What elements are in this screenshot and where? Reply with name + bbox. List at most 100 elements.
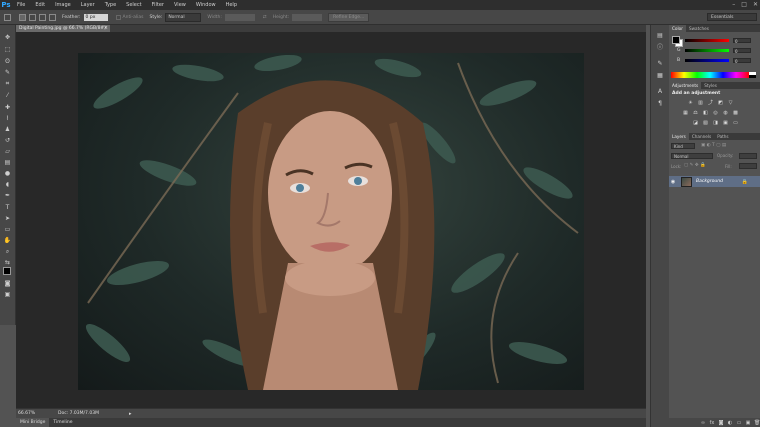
menu-help[interactable]: Help	[221, 0, 242, 10]
hue-saturation-icon[interactable]: ▦	[682, 110, 689, 117]
history-brush-tool-icon[interactable]: ↺	[2, 136, 13, 145]
healing-brush-tool-icon[interactable]: ✚	[2, 103, 13, 112]
black-white-icon[interactable]: ◧	[702, 110, 709, 117]
link-layers-icon[interactable]: ∞	[700, 420, 706, 426]
selective-color-icon[interactable]: ▣	[722, 120, 729, 127]
color-foreground-swatch[interactable]	[672, 36, 680, 44]
blur-tool-icon[interactable]: ●	[2, 169, 13, 178]
menu-image[interactable]: Image	[50, 0, 76, 10]
green-value[interactable]: 0	[733, 47, 751, 54]
tab-styles[interactable]: Styles	[701, 82, 720, 89]
brush-panel-icon[interactable]: ✎	[655, 59, 665, 68]
zoom-level[interactable]: 66.67%	[16, 411, 38, 416]
blue-value[interactable]: 0	[733, 57, 751, 64]
move-tool-icon[interactable]: ✥	[2, 33, 13, 42]
properties-panel-icon[interactable]: ⓘ	[655, 43, 665, 52]
visibility-eye-icon[interactable]: ◉	[669, 179, 677, 185]
tab-layers[interactable]: Layers	[669, 133, 689, 140]
path-selection-tool-icon[interactable]: ➤	[2, 214, 13, 223]
menu-type[interactable]: Type	[100, 0, 121, 10]
fill-input[interactable]	[739, 163, 757, 169]
height-input[interactable]	[292, 13, 323, 21]
brush-presets-icon[interactable]: ▦	[655, 71, 665, 80]
curves-icon[interactable]: ⤴	[707, 100, 714, 107]
width-input[interactable]	[224, 13, 255, 21]
eraser-tool-icon[interactable]: ▱	[2, 147, 13, 156]
anti-alias-checkbox[interactable]	[115, 14, 121, 20]
menu-select[interactable]: Select	[121, 0, 146, 10]
swap-icon[interactable]: ⇄	[263, 15, 267, 20]
type-tool-icon[interactable]: T	[2, 203, 13, 212]
blue-slider[interactable]	[685, 58, 729, 62]
marquee-tool-icon[interactable]: ⬚	[2, 45, 13, 54]
quick-mask-icon[interactable]: ◙	[2, 279, 13, 288]
tab-adjustments[interactable]: Adjustments	[669, 82, 702, 89]
gradient-map-icon[interactable]: ▭	[732, 120, 739, 127]
crop-tool-icon[interactable]: ⌗	[2, 79, 13, 88]
menu-layer[interactable]: Layer	[76, 0, 100, 10]
add-selection-icon[interactable]	[29, 13, 36, 21]
new-group-icon[interactable]: ▭	[736, 420, 742, 426]
hand-tool-icon[interactable]: ✋	[2, 236, 13, 245]
tab-swatches[interactable]: Swatches	[686, 25, 712, 32]
menu-filter[interactable]: Filter	[147, 0, 169, 10]
refine-edge-button[interactable]: Refine Edge...	[328, 12, 370, 22]
vibrance-icon[interactable]: ▽	[727, 100, 734, 107]
brightness-contrast-icon[interactable]: ☀	[687, 100, 694, 107]
color-balance-icon[interactable]: ⚖	[692, 110, 699, 117]
style-select[interactable]: Normal	[165, 12, 202, 22]
document-tab[interactable]: Digital Painting.jpg @ 66.7% (RGB/8#) ×	[16, 25, 110, 32]
subtract-selection-icon[interactable]	[39, 13, 46, 21]
add-mask-icon[interactable]: ◙	[718, 420, 724, 426]
green-slider[interactable]	[685, 48, 729, 52]
tab-channels[interactable]: Channels	[689, 133, 714, 140]
posterize-icon[interactable]: ▧	[702, 120, 709, 127]
tab-mini-bridge[interactable]: Mini Bridge	[16, 418, 50, 427]
intersect-selection-icon[interactable]	[49, 13, 56, 21]
photo-filter-icon[interactable]: ◎	[712, 110, 719, 117]
brush-tool-icon[interactable]: ⌇	[2, 114, 13, 123]
invert-icon[interactable]: ◪	[692, 120, 699, 127]
screen-mode-icon[interactable]: ▣	[2, 290, 13, 299]
character-panel-icon[interactable]: A	[655, 87, 665, 96]
canvas-image[interactable]	[78, 53, 584, 390]
levels-icon[interactable]: ▥	[697, 100, 704, 107]
threshold-icon[interactable]: ◨	[712, 120, 719, 127]
menu-window[interactable]: Window	[191, 0, 221, 10]
document-close-icon[interactable]: ×	[104, 25, 108, 32]
gradient-tool-icon[interactable]: ▤	[2, 158, 13, 167]
tab-paths[interactable]: Paths	[714, 133, 731, 140]
minimize-button[interactable]: –	[732, 0, 735, 10]
clone-stamp-tool-icon[interactable]: ♟	[2, 125, 13, 134]
exposure-icon[interactable]: ◩	[717, 100, 724, 107]
color-spectrum[interactable]	[671, 72, 749, 78]
tab-color[interactable]: Color	[669, 25, 686, 32]
opacity-input[interactable]	[739, 153, 757, 159]
tab-timeline[interactable]: Timeline	[49, 418, 76, 427]
new-adjustment-layer-icon[interactable]: ◐	[727, 420, 733, 426]
dodge-tool-icon[interactable]: ◖	[2, 180, 13, 189]
color-lookup-icon[interactable]: ▩	[732, 110, 739, 117]
eyedropper-tool-icon[interactable]: ⁄	[2, 91, 13, 100]
default-colors-icon[interactable]: ⇆	[2, 258, 13, 267]
lasso-tool-icon[interactable]: ʘ	[2, 57, 13, 66]
feather-input[interactable]: 0 px	[83, 13, 108, 21]
lock-icons[interactable]: ▢ ✎ ✥ 🔒	[684, 163, 706, 168]
layer-filter-icons[interactable]: ▣ ◐ T ▢ ▤	[701, 143, 726, 148]
close-button[interactable]: ✕	[753, 0, 758, 10]
pen-tool-icon[interactable]: ✒	[2, 191, 13, 200]
red-slider[interactable]	[685, 38, 729, 42]
layer-style-icon[interactable]: fx	[709, 420, 715, 426]
zoom-tool-icon[interactable]: ⌕	[2, 247, 13, 256]
menu-edit[interactable]: Edit	[30, 0, 50, 10]
blend-mode-select[interactable]: Normal	[671, 153, 713, 159]
maximize-button[interactable]: □	[741, 0, 747, 10]
red-value[interactable]: 0	[733, 37, 751, 44]
marquee-preset-icon[interactable]	[4, 13, 11, 21]
quick-select-tool-icon[interactable]: ✎	[2, 68, 13, 77]
channel-mixer-icon[interactable]: ◍	[722, 110, 729, 117]
layer-filter-kind[interactable]: Kind	[671, 143, 695, 149]
foreground-color-swatch[interactable]	[3, 267, 11, 275]
new-selection-icon[interactable]	[19, 13, 26, 21]
shape-tool-icon[interactable]: ▭	[2, 225, 13, 234]
